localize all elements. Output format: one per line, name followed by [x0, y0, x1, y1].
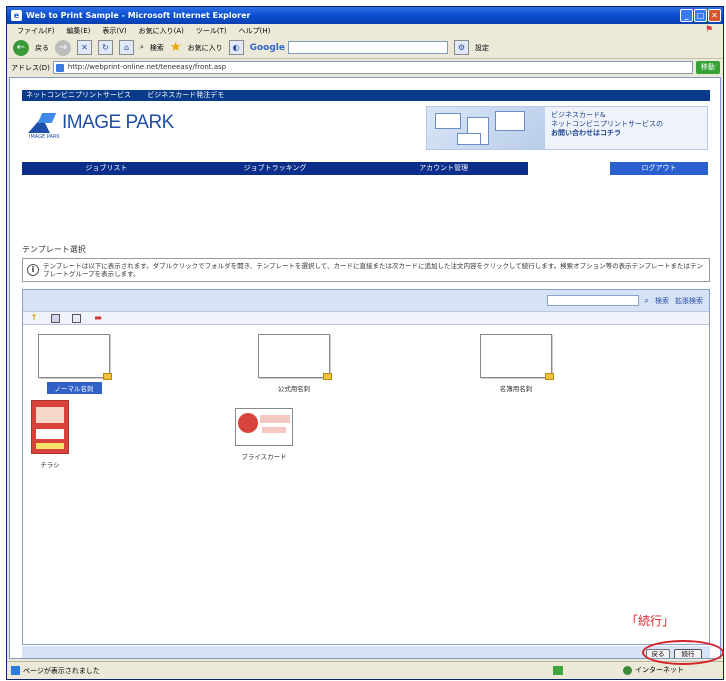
action-bar: 戻る 続行: [22, 646, 710, 658]
google-toolbar: Google: [250, 41, 448, 54]
logout-button[interactable]: ログアウト: [610, 162, 708, 175]
favorites-star-icon[interactable]: ★: [170, 40, 182, 55]
logo-subtext: IMAGE PARK: [29, 134, 60, 140]
continue-callout-label: 「続行」: [626, 614, 675, 628]
status-bar: ページが表示されました インターネット: [7, 661, 723, 679]
toolbar: ← 戻る → ✕ ↻ ⌂ ⌕ 検索 ★ お気に入り ◐ Google ⚙ 設定: [7, 37, 723, 59]
continue-highlight-ring: [642, 640, 724, 665]
banner-cta[interactable]: お問い合わせはコチラ: [551, 129, 663, 138]
top-nav-link-print-service[interactable]: ネットコンビニプリントサービス: [26, 91, 131, 99]
menu-tools[interactable]: ツール(T): [196, 26, 227, 36]
main-nav: ジョブリスト ジョブトラッキング アカウント管理: [22, 162, 528, 175]
logo-text: IMAGE PARK: [62, 112, 174, 133]
media-icon[interactable]: ◐: [228, 40, 244, 55]
info-text: テンプレートは以下に表示されます。ダブルクリックでフォルダを開き、テンプレートを…: [43, 262, 703, 278]
search-label[interactable]: 検索: [150, 43, 164, 53]
template-label[interactable]: チラシ: [10, 459, 95, 469]
folder-icon: [103, 373, 112, 380]
banner-image: [427, 107, 545, 149]
windows-flag-icon: ⚑: [705, 25, 714, 35]
delete-icon[interactable]: ▬: [93, 313, 103, 323]
folder-icon: [545, 373, 554, 380]
template-thumbnail[interactable]: [258, 334, 332, 380]
close-button[interactable]: ✕: [708, 9, 721, 22]
top-nav-link-business-card-demo[interactable]: ビジネスカード発注デモ: [147, 91, 224, 99]
minimize-button[interactable]: _: [680, 9, 693, 22]
banner-line-2: ネットコンビニプリントサービスの: [551, 120, 663, 128]
site-logo[interactable]: IMAGE PARK IMAGE PARK: [28, 112, 174, 140]
advanced-search-link[interactable]: 拡張検索: [675, 296, 703, 306]
template-item[interactable]: 名簿用名刺: [471, 334, 561, 393]
menu-help[interactable]: ヘルプ(H): [239, 26, 271, 36]
globe-icon: [623, 665, 632, 675]
template-item[interactable]: 公式用名刺: [249, 334, 339, 393]
template-search-input[interactable]: [546, 295, 639, 306]
zone-text: インターネット: [635, 666, 684, 674]
panel-toolbar: ↑ ▬: [23, 311, 709, 325]
browser-window: e Web to Print Sample - Microsoft Intern…: [6, 6, 724, 680]
page-status-icon: [11, 666, 20, 675]
folder-icon: [323, 373, 332, 380]
panel-header: ⌕ 検索 拡張検索: [23, 290, 709, 311]
flyer-thumbnail[interactable]: [31, 400, 69, 454]
favorites-label[interactable]: お気に入り: [188, 43, 223, 53]
banner-line-1: ビジネスカード&: [551, 111, 606, 119]
maximize-button[interactable]: □: [694, 9, 707, 22]
info-icon: i: [27, 264, 39, 276]
forward-arrow-icon[interactable]: →: [55, 39, 71, 56]
menu-file[interactable]: ファイル(F): [17, 26, 55, 36]
template-browser: ⌕ 検索 拡張検索 ↑ ▬ ノーマル名刺 公式用名刺 名簿用名刺 チラシ プライ…: [22, 289, 710, 645]
template-item[interactable]: チラシ: [10, 400, 95, 469]
folder-up-icon[interactable]: ↑: [29, 313, 39, 323]
top-nav: ネットコンビニプリントサービス ビジネスカード発注デモ: [22, 90, 710, 101]
search-icon[interactable]: ⌕: [645, 296, 649, 306]
settings-icon[interactable]: ⚙: [453, 40, 469, 55]
template-label[interactable]: 公式用名刺: [249, 383, 339, 393]
status-text: ページが表示されました: [23, 666, 100, 675]
grid-view-icon[interactable]: [51, 313, 60, 323]
address-input[interactable]: http://webprint-online.net/teneeasy/fron…: [52, 61, 693, 74]
address-label: アドレス(D): [11, 63, 50, 72]
logo-mark-icon: [28, 113, 58, 133]
settings-label[interactable]: 設定: [475, 43, 489, 53]
template-thumbnail[interactable]: [38, 334, 112, 380]
menu-favorites[interactable]: お気に入り(A): [139, 26, 184, 36]
title-bar: e Web to Print Sample - Microsoft Intern…: [7, 7, 723, 24]
google-logo: Google: [249, 42, 285, 53]
internet-explorer-icon: e: [11, 10, 22, 21]
window-title: Web to Print Sample - Microsoft Internet…: [26, 11, 251, 20]
security-zone-icon: [553, 666, 563, 675]
address-bar: アドレス(D) http://webprint-online.net/tenee…: [7, 60, 723, 75]
contact-banner[interactable]: ビジネスカード& ネットコンビニプリントサービスの お問い合わせはコチラ: [426, 106, 708, 150]
home-icon[interactable]: ⌂: [119, 40, 134, 55]
search-magnifier-icon[interactable]: ⌕: [140, 43, 144, 52]
back-label[interactable]: 戻る: [35, 43, 49, 53]
go-button[interactable]: 移動: [695, 61, 720, 74]
menu-view[interactable]: 表示(V): [102, 26, 126, 36]
list-view-icon[interactable]: [72, 313, 81, 323]
template-thumbnail[interactable]: [480, 334, 554, 380]
nav-job-list[interactable]: ジョブリスト: [22, 162, 191, 175]
template-label[interactable]: ノーマル名刺: [46, 382, 102, 394]
template-label[interactable]: プライスカード: [219, 451, 309, 461]
nav-account-management[interactable]: アカウント管理: [359, 162, 528, 175]
menu-bar: ファイル(F) 編集(E) 表示(V) お気に入り(A) ツール(T) ヘルプ(…: [7, 24, 723, 37]
nav-job-tracking[interactable]: ジョブトラッキング: [191, 162, 360, 175]
google-search-input[interactable]: [287, 41, 448, 54]
search-link[interactable]: 検索: [655, 296, 669, 306]
page-title: テンプレート選択: [22, 245, 86, 254]
template-label[interactable]: 名簿用名刺: [471, 383, 561, 393]
refresh-icon[interactable]: ↻: [98, 40, 113, 55]
page-viewport: ネットコンビニプリントサービス ビジネスカード発注デモ IMAGE PARK I…: [9, 77, 721, 659]
template-item[interactable]: プライスカード: [219, 408, 309, 461]
price-card-thumbnail[interactable]: [235, 408, 293, 446]
back-arrow-icon[interactable]: ←: [13, 39, 29, 56]
info-box: i テンプレートは以下に表示されます。ダブルクリックでフォルダを開き、テンプレー…: [22, 258, 710, 282]
menu-edit[interactable]: 編集(E): [67, 26, 91, 36]
template-item[interactable]: ノーマル名刺: [29, 334, 119, 394]
stop-icon[interactable]: ✕: [77, 40, 92, 55]
